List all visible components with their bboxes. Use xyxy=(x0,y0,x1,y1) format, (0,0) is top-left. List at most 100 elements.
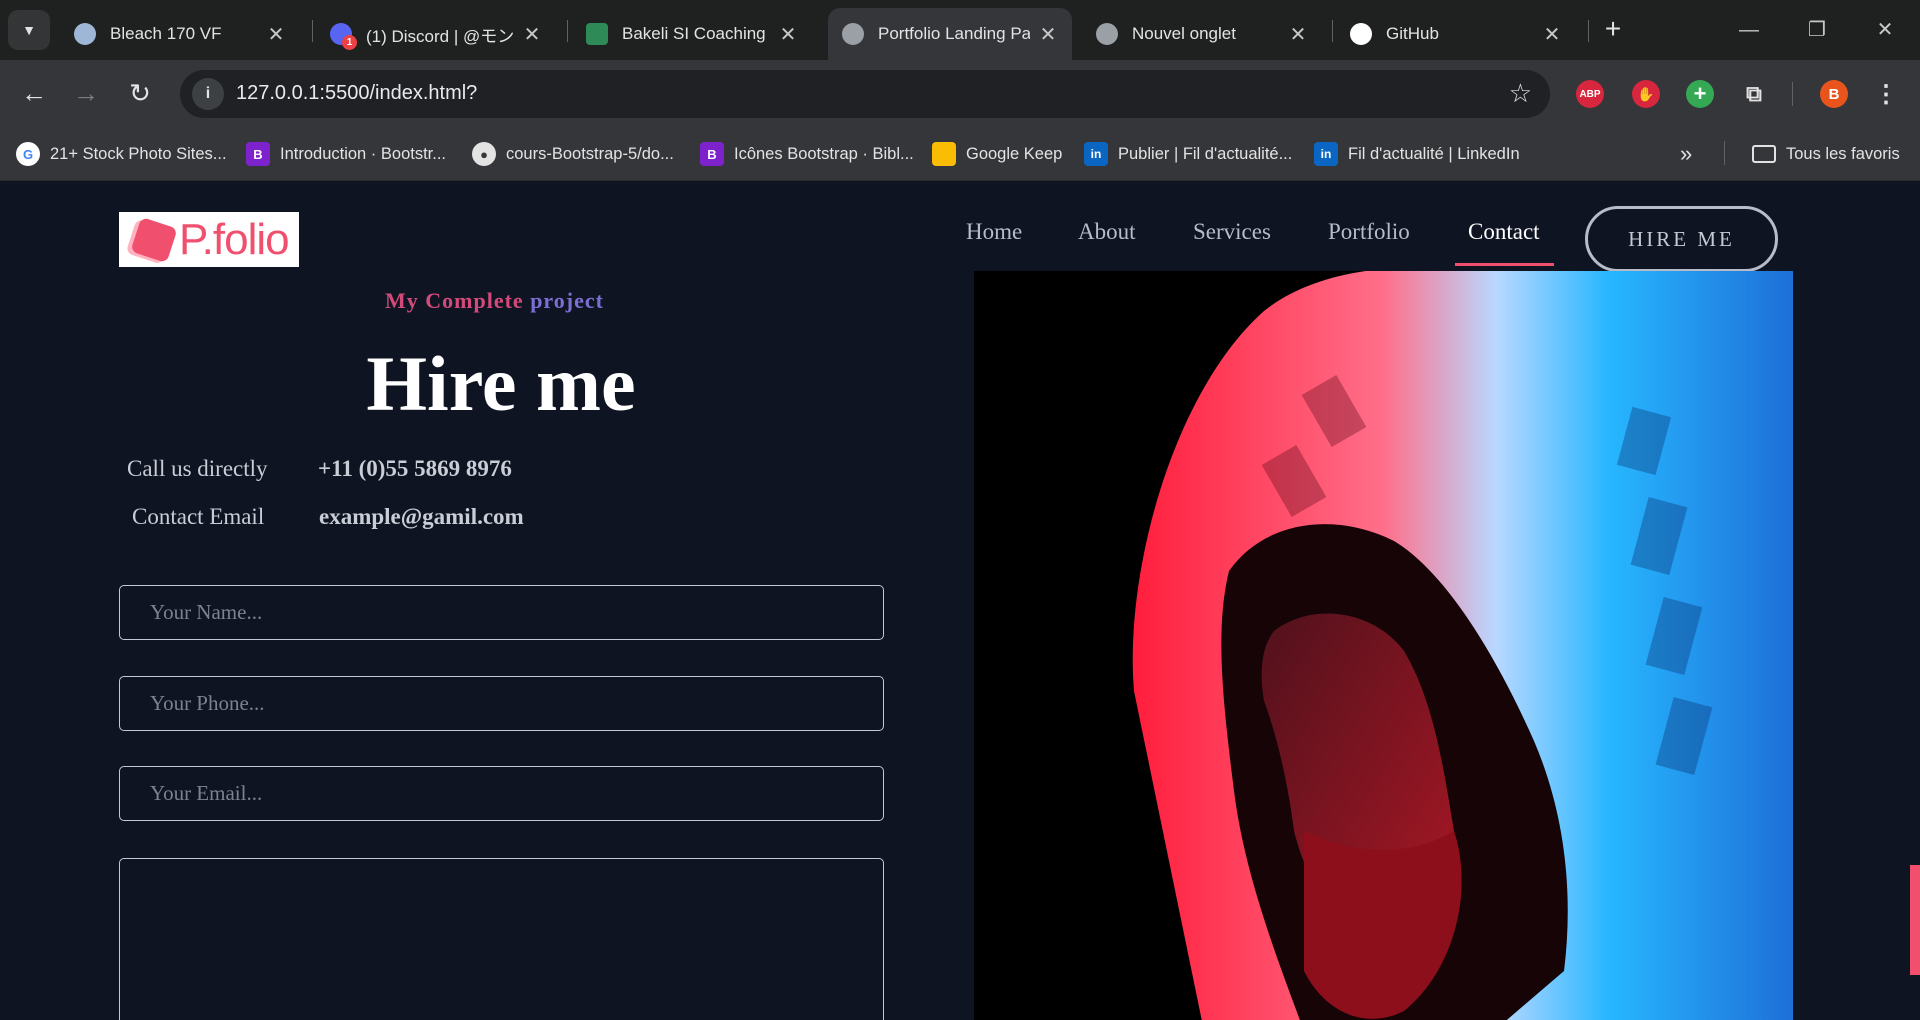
scroll-indicator[interactable] xyxy=(1910,865,1920,975)
tab-divider xyxy=(1588,20,1589,42)
stop-hand-icon[interactable]: ✋ xyxy=(1632,80,1660,108)
add-icon[interactable]: + xyxy=(1686,80,1714,108)
tab-portfolio[interactable]: Portfolio Landing Pa ✕ xyxy=(828,8,1072,60)
bookmark-item[interactable]: B Icônes Bootstrap · Bibl... xyxy=(700,139,914,169)
bakeli-icon xyxy=(586,23,608,45)
chevron-down-icon: ▼ xyxy=(22,22,36,38)
site-logo[interactable]: P.folio xyxy=(119,212,299,267)
notification-badge: 1 xyxy=(342,35,357,50)
extensions-puzzle-icon[interactable]: ⧉ xyxy=(1740,80,1768,108)
nav-services[interactable]: Services xyxy=(1193,219,1271,245)
close-icon[interactable]: ✕ xyxy=(522,22,542,47)
google-icon: G xyxy=(16,142,40,166)
bootstrap-icon: B xyxy=(246,142,270,166)
linkedin-icon: in xyxy=(1084,142,1108,166)
adblock-icon[interactable]: ABP xyxy=(1576,80,1604,108)
nav-about[interactable]: About xyxy=(1078,219,1136,245)
hire-me-button[interactable]: HIRE ME xyxy=(1585,206,1778,272)
keep-icon xyxy=(932,142,956,166)
tab-title: Bakeli SI Coaching xyxy=(622,24,766,43)
plus-icon: + xyxy=(1604,13,1622,44)
phone-label: Call us directly xyxy=(127,456,268,481)
tab-search-button[interactable]: ▼ xyxy=(8,10,50,50)
bookmark-item[interactable]: in Fil d'actualité | LinkedIn xyxy=(1314,139,1520,169)
close-icon[interactable]: ✕ xyxy=(266,22,286,47)
page-viewport: P.folio Home About Services Portfolio Co… xyxy=(0,181,1920,1020)
bookmark-item[interactable]: Google Keep xyxy=(932,139,1062,169)
tab-title: GitHub xyxy=(1386,24,1439,43)
email-field[interactable] xyxy=(119,766,884,821)
bookmark-item[interactable]: in Publier | Fil d'actualité... xyxy=(1084,139,1292,169)
nav-home[interactable]: Home xyxy=(966,219,1022,245)
logo-text: P.folio xyxy=(179,214,290,264)
logo-mark-icon xyxy=(130,216,178,263)
bookmark-item[interactable]: ● cours-Bootstrap-5/do... xyxy=(472,139,674,169)
close-icon[interactable]: ✕ xyxy=(1038,22,1058,47)
browser-toolbar: ← → ↻ i 127.0.0.1:5500/index.html? ☆ ABP… xyxy=(0,60,1920,127)
tab-title: (1) Discord | @モンタ xyxy=(366,26,514,46)
tab-title: Nouvel onglet xyxy=(1132,24,1236,43)
email-label: Contact Email xyxy=(132,504,265,529)
profile-avatar[interactable]: B xyxy=(1820,80,1848,108)
tab-title: Portfolio Landing Pa xyxy=(878,24,1030,43)
folder-icon xyxy=(1752,145,1776,163)
eyebrow-part-2: project xyxy=(530,288,604,313)
tab-divider xyxy=(1332,20,1333,42)
reload-button[interactable]: ↻ xyxy=(120,74,160,114)
phone-value: +11 (0)55 5869 8976 xyxy=(318,456,512,481)
page-title: Hire me xyxy=(366,340,636,427)
github-icon xyxy=(1350,23,1372,45)
site-info-icon[interactable]: i xyxy=(192,78,224,110)
url-text[interactable]: 127.0.0.1:5500/index.html? xyxy=(236,82,477,105)
linkedin-icon: in xyxy=(1314,142,1338,166)
tab-bleach[interactable]: Bleach 170 VF ✕ xyxy=(60,8,300,60)
bookmarks-divider xyxy=(1724,141,1725,165)
cat-icon xyxy=(74,23,96,45)
name-field[interactable] xyxy=(119,585,884,640)
nav-portfolio[interactable]: Portfolio xyxy=(1328,219,1410,245)
active-nav-indicator xyxy=(1455,263,1554,266)
forward-button[interactable]: → xyxy=(66,74,106,114)
github-icon: ● xyxy=(472,142,496,166)
tab-new[interactable]: Nouvel onglet ✕ xyxy=(1082,8,1322,60)
tab-strip: ▼ Bleach 170 VF ✕ 1 (1) Discord | @モンタ ✕… xyxy=(0,0,1920,60)
new-tab-button[interactable]: + xyxy=(1598,12,1628,48)
globe-icon xyxy=(842,23,864,45)
nav-contact[interactable]: Contact xyxy=(1468,219,1540,245)
minimize-button[interactable]: — xyxy=(1724,10,1774,50)
close-icon[interactable]: ✕ xyxy=(778,22,798,47)
close-window-button[interactable]: ✕ xyxy=(1860,10,1910,50)
tab-discord[interactable]: 1 (1) Discord | @モンタ ✕ xyxy=(316,8,556,60)
arrow-right-icon: → xyxy=(73,78,99,108)
hooded-man-illustration xyxy=(974,271,1793,1020)
bookmarks-bar: G 21+ Stock Photo Sites... B Introductio… xyxy=(0,127,1920,181)
bookmark-item[interactable]: G 21+ Stock Photo Sites... xyxy=(16,139,227,169)
message-field[interactable] xyxy=(119,858,884,1020)
tab-divider xyxy=(567,20,568,42)
restore-icon: ❐ xyxy=(1808,19,1826,41)
restore-button[interactable]: ❐ xyxy=(1792,10,1842,50)
hero-portrait-image xyxy=(974,271,1793,1020)
address-bar[interactable]: i 127.0.0.1:5500/index.html? ☆ xyxy=(180,70,1550,118)
bookmark-item[interactable]: B Introduction · Bootstr... xyxy=(246,139,446,169)
more-menu-icon[interactable]: ⋮ xyxy=(1872,80,1900,108)
chrome-icon xyxy=(1096,23,1118,45)
section-eyebrow: My Complete project xyxy=(385,288,604,314)
back-button[interactable]: ← xyxy=(14,74,54,114)
tab-github[interactable]: GitHub ✕ xyxy=(1336,8,1576,60)
close-icon[interactable]: ✕ xyxy=(1542,22,1562,47)
all-bookmarks-folder[interactable]: Tous les favoris xyxy=(1752,139,1900,169)
bootstrap-icon: B xyxy=(700,142,724,166)
more-bookmarks-icon[interactable]: » xyxy=(1680,139,1692,169)
close-icon: ✕ xyxy=(1876,19,1894,41)
reload-icon: ↻ xyxy=(129,78,151,108)
close-icon[interactable]: ✕ xyxy=(1288,22,1308,47)
tab-title: Bleach 170 VF xyxy=(110,24,222,43)
toolbar-divider xyxy=(1792,82,1793,106)
phone-field[interactable] xyxy=(119,676,884,731)
bookmark-star-icon[interactable]: ☆ xyxy=(1509,78,1532,109)
tab-bakeli[interactable]: Bakeli SI Coaching ✕ xyxy=(572,8,812,60)
email-value: example@gamil.com xyxy=(319,504,524,529)
arrow-left-icon: ← xyxy=(21,78,47,108)
tab-divider xyxy=(312,20,313,42)
